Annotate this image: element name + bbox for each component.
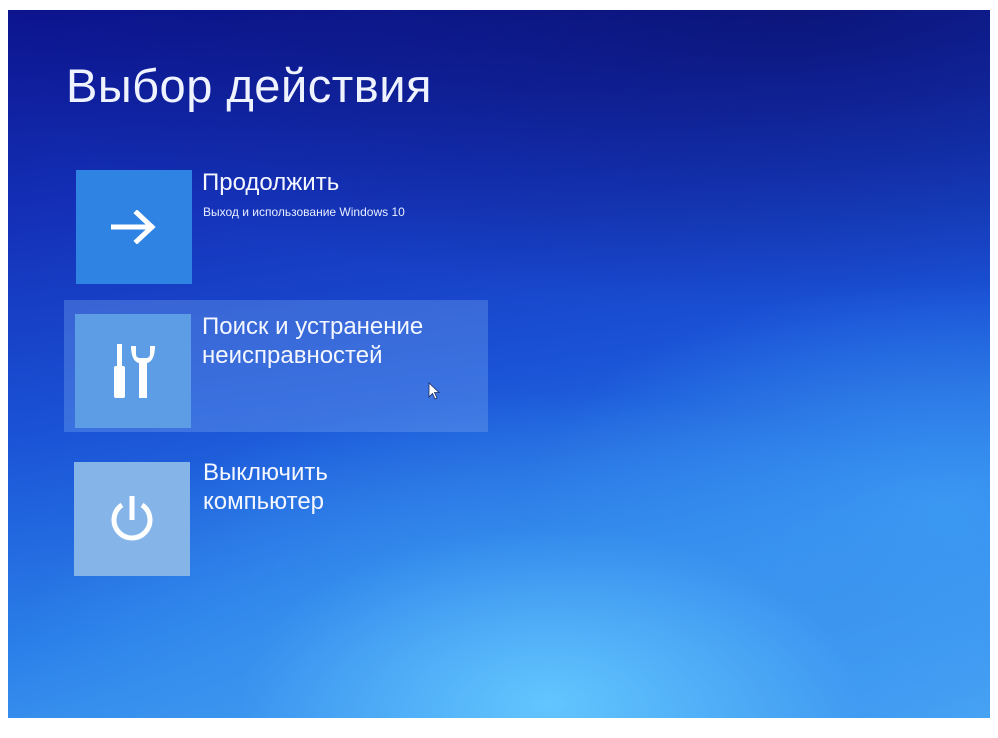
shutdown-label-line2: компьютер (203, 488, 325, 515)
shutdown-label-line1: Выключить (203, 459, 328, 486)
page-title: Выбор действия (66, 59, 432, 112)
troubleshoot-option[interactable]: Поиск и устранение неисправностей (64, 300, 488, 432)
continue-tile[interactable] (76, 170, 192, 284)
mouse-pointer-icon (428, 382, 440, 400)
troubleshoot-tile[interactable] (75, 314, 191, 428)
shutdown-tile[interactable] (74, 462, 190, 576)
continue-description: Выход и использование Windows 10 (203, 205, 405, 219)
tools-icon (114, 344, 155, 398)
arrow-right-icon (111, 210, 156, 244)
continue-label: Продолжить (202, 169, 340, 196)
continue-option[interactable]: Продолжить Выход и использование Windows… (68, 162, 448, 292)
power-icon (111, 496, 153, 541)
shutdown-option[interactable]: Выключить компьютер (68, 454, 448, 584)
recovery-screen: Выбор действия Продолжить Выход и исполь… (8, 10, 990, 718)
troubleshoot-label-line1: Поиск и устранение (202, 313, 424, 340)
troubleshoot-label-line2: неисправностей (202, 342, 383, 369)
